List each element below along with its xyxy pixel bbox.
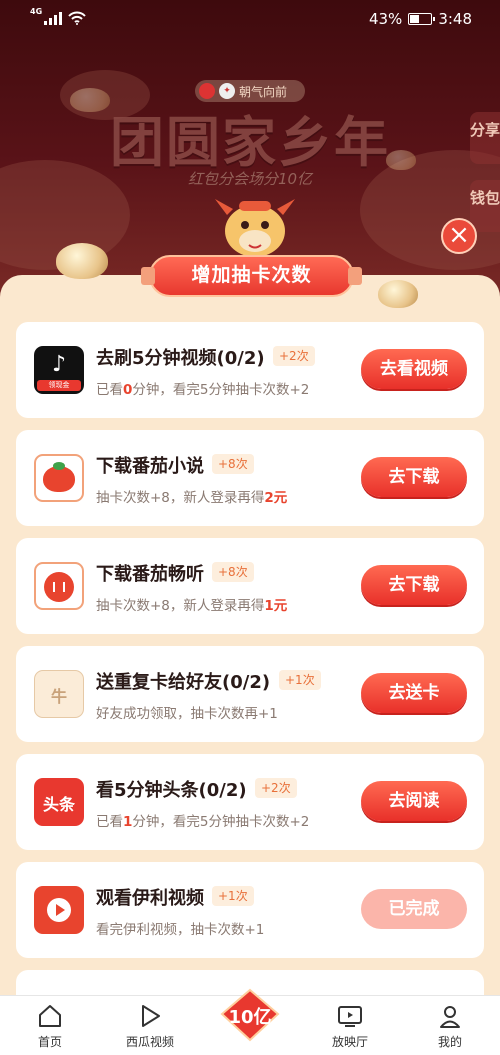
- gold-ingot-right-icon: [378, 280, 418, 308]
- douyin-tag: 领现金: [37, 380, 81, 391]
- toutiao-tag: 头条: [42, 795, 75, 814]
- video-play-icon: [34, 886, 84, 934]
- close-button[interactable]: ×: [441, 218, 477, 254]
- task-action-button[interactable]: 去看视频: [361, 349, 467, 389]
- yili-logo-icon: [199, 83, 215, 99]
- card-tag: 牛: [50, 687, 67, 706]
- network-type: 4G: [30, 7, 43, 16]
- tomato-listen-icon: [34, 562, 84, 610]
- task-desc: 已看0分钟，看完5分钟抽卡次数+2: [96, 378, 309, 398]
- task-desc-text: 抽卡次数+8，新人登录再得: [96, 490, 265, 506]
- task-card: 观看伊利视频 +1次看完伊利视频，抽卡次数+1 已完成: [16, 862, 484, 958]
- signal-icon: [44, 12, 63, 25]
- user-icon: [440, 1006, 460, 1028]
- task-action-button[interactable]: 去下载: [361, 457, 467, 497]
- task-title: 送重复卡给好友(0/2): [96, 672, 271, 693]
- task-card: 下载番茄畅听 +8次抽卡次数+8，新人登录再得1元 去下载: [16, 538, 484, 634]
- task-desc-text: 看完伊利视频，抽卡次数+1: [96, 922, 265, 938]
- home-icon: [39, 1005, 61, 1027]
- task-action-button[interactable]: 去下载: [361, 565, 467, 605]
- wallet-side-tab[interactable]: 钱包: [470, 180, 500, 232]
- task-desc-text: 好友成功领取，抽卡次数再+1: [96, 706, 278, 722]
- task-desc-highlight: 0: [123, 382, 133, 398]
- task-desc: 抽卡次数+8，新人登录再得1元: [96, 594, 287, 614]
- event-logo-icon: ✦: [219, 83, 235, 99]
- task-action-button[interactable]: 去阅读: [361, 781, 467, 821]
- ox-mascot-icon: [215, 199, 295, 257]
- task-title: 去刷5分钟视频(0/2): [96, 348, 265, 369]
- task-title: 下载番茄小说: [96, 456, 204, 477]
- tv-icon: [338, 1006, 362, 1027]
- wifi-icon: [68, 11, 86, 25]
- play-icon: [142, 1005, 160, 1027]
- task-action-button[interactable]: 去送卡: [361, 673, 467, 713]
- tab-me-label: 我的: [437, 1035, 462, 1049]
- tab-home[interactable]: 首页: [10, 996, 90, 1055]
- brand-tag-text: 朝气向前: [239, 84, 288, 99]
- dialog-title: 增加抽卡次数: [141, 255, 362, 297]
- tab-cinema[interactable]: 放映厅: [310, 996, 390, 1055]
- tab-home-label: 首页: [37, 1035, 62, 1049]
- task-reward-badge: +1次: [212, 886, 254, 906]
- task-desc: 抽卡次数+8，新人登录再得2元: [96, 486, 287, 506]
- task-desc-rest: 分钟，看完5分钟抽卡次数+2: [132, 382, 310, 398]
- task-title: 观看伊利视频: [96, 888, 204, 909]
- task-desc-text: 已看: [96, 814, 123, 830]
- task-desc-highlight: 1元: [264, 598, 288, 614]
- task-card: ♪ 领现金 去刷5分钟视频(0/2) +2次已看0分钟，看完5分钟抽卡次数+2 去看视频: [16, 322, 484, 418]
- battery-icon: [408, 13, 436, 25]
- task-reward-badge: +2次: [273, 346, 315, 366]
- task-desc: 看完伊利视频，抽卡次数+1: [96, 918, 264, 938]
- task-desc-text: 抽卡次数+8，新人登录再得: [96, 598, 265, 614]
- tab-xigua-label: 西瓜视频: [125, 1035, 174, 1049]
- task-card: 牛 送重复卡给好友(0/2) +1次 好友成功领取，抽卡次数再+1 去送卡: [16, 646, 484, 742]
- card-gift-icon: 牛: [34, 670, 84, 718]
- event-title: 团圆家乡年: [110, 111, 390, 174]
- task-desc: 好友成功领取，抽卡次数再+1: [96, 702, 278, 722]
- task-title: 看5分钟头条(0/2): [96, 780, 247, 801]
- task-done-button: 已完成: [361, 889, 467, 929]
- task-desc: 已看1分钟，看完5分钟抽卡次数+2: [96, 810, 309, 830]
- clock: 3:48: [438, 10, 472, 28]
- task-card: 头条 看5分钟头条(0/2) +2次已看1分钟，看完5分钟抽卡次数+2 去阅读: [16, 754, 484, 850]
- tab-cinema-label: 放映厅: [331, 1035, 368, 1049]
- task-reward-badge: +8次: [212, 454, 254, 474]
- task-card: 下载番茄小说 +8次抽卡次数+8，新人登录再得2元 去下载: [16, 430, 484, 526]
- task-desc-text: 已看: [96, 382, 123, 398]
- tab-red-envelope[interactable]: 10亿: [218, 988, 282, 1042]
- status-bar: 4G 43% 3:48: [0, 0, 500, 40]
- task-desc-rest: 分钟，看完5分钟抽卡次数+2: [132, 814, 310, 830]
- tab-center-label: 10亿: [228, 1007, 272, 1028]
- douyin-icon: ♪ 领现金: [34, 346, 84, 394]
- task-reward-badge: +2次: [255, 778, 297, 798]
- toutiao-icon: 头条: [34, 778, 84, 826]
- task-desc-highlight: 2元: [264, 490, 288, 506]
- task-title: 下载番茄畅听: [96, 564, 204, 585]
- tab-xigua-video[interactable]: 西瓜视频: [110, 996, 190, 1055]
- share-side-tab[interactable]: 分享: [470, 112, 500, 164]
- battery-percent: 43%: [368, 10, 403, 28]
- tomato-novel-icon: [34, 454, 84, 502]
- task-reward-badge: +1次: [279, 670, 321, 690]
- task-desc-highlight: 1: [123, 814, 133, 830]
- task-reward-badge: +8次: [212, 562, 254, 582]
- tab-me[interactable]: 我的: [410, 996, 490, 1055]
- gold-ingot-left-icon: [56, 243, 108, 279]
